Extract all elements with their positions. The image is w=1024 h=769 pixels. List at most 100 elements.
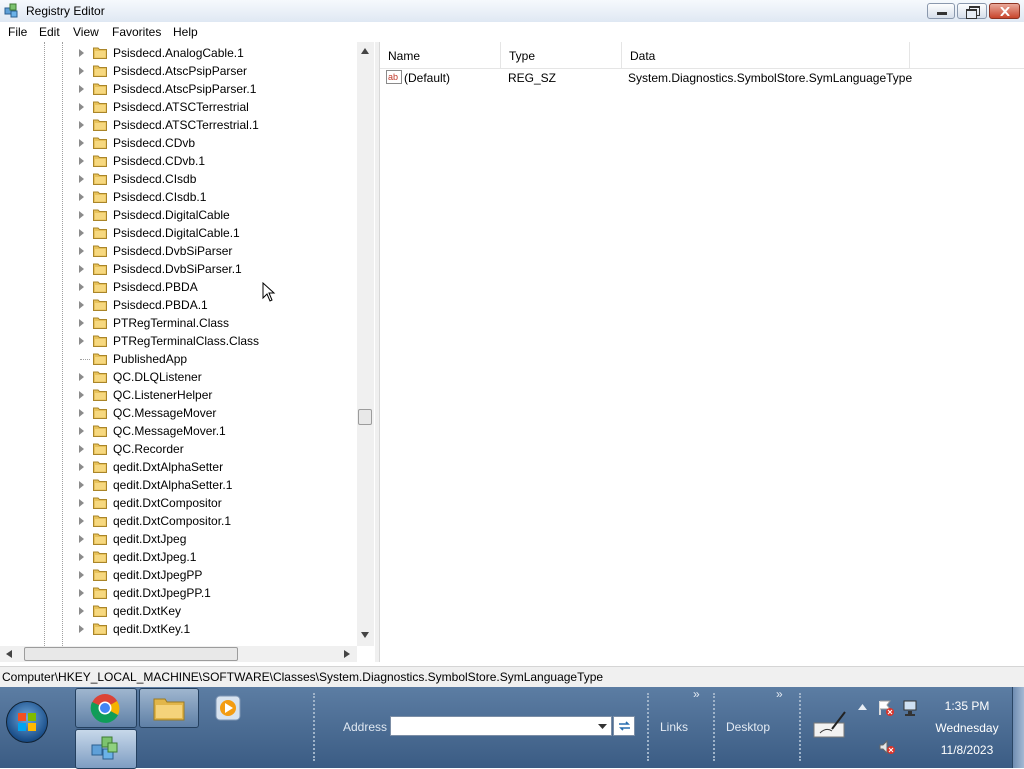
toolbar-grip[interactable]	[799, 693, 804, 761]
expand-arrow-icon[interactable]	[79, 301, 84, 309]
restore-button[interactable]	[957, 3, 987, 19]
tree-item[interactable]: Psisdecd.AtscPsipParser.1	[0, 80, 360, 98]
desktop-chevron-icon[interactable]: »	[776, 687, 783, 701]
values-list[interactable]: Name Type Data ab (Default) REG_SZ Syste…	[379, 42, 1024, 662]
tree-item[interactable]: qedit.DxtKey.1	[0, 620, 360, 638]
tree-item[interactable]: qedit.DxtKey	[0, 602, 360, 620]
tree-item[interactable]: qedit.DxtCompositor	[0, 494, 360, 512]
address-input[interactable]	[390, 716, 612, 736]
volume-muted-icon[interactable]	[878, 739, 896, 755]
tree-item[interactable]: Psisdecd.CDvb.1	[0, 152, 360, 170]
expand-arrow-icon[interactable]	[79, 517, 84, 525]
start-button[interactable]	[6, 701, 48, 743]
tree-item[interactable]: qedit.DxtCompositor.1	[0, 512, 360, 530]
expand-arrow-icon[interactable]	[79, 535, 84, 543]
expand-arrow-icon[interactable]	[79, 283, 84, 291]
action-center-icon[interactable]	[878, 699, 894, 717]
expand-arrow-icon[interactable]	[79, 85, 84, 93]
expand-arrow-icon[interactable]	[79, 49, 84, 57]
expand-arrow-icon[interactable]	[79, 391, 84, 399]
menu-view[interactable]: View	[73, 25, 99, 39]
tree-item[interactable]: Psisdecd.DvbSiParser.1	[0, 260, 360, 278]
tree-item[interactable]: Psisdecd.ATSCTerrestrial	[0, 98, 360, 116]
clock-date[interactable]: 11/8/2023	[932, 743, 1002, 757]
tree-horizontal-scroll-thumb[interactable]	[24, 647, 238, 661]
scroll-left-icon[interactable]	[6, 650, 12, 658]
menu-edit[interactable]: Edit	[39, 25, 60, 39]
tree-item[interactable]: qedit.DxtAlphaSetter	[0, 458, 360, 476]
close-button[interactable]	[989, 3, 1020, 19]
tree-item[interactable]: QC.DLQListener	[0, 368, 360, 386]
show-desktop-button[interactable]	[1012, 687, 1024, 768]
tree-item[interactable]: Psisdecd.AtscPsipParser	[0, 62, 360, 80]
expand-arrow-icon[interactable]	[79, 499, 84, 507]
tree-item[interactable]: QC.MessageMover.1	[0, 422, 360, 440]
expand-arrow-icon[interactable]	[79, 409, 84, 417]
expand-arrow-icon[interactable]	[79, 157, 84, 165]
tree-item[interactable]: qedit.DxtAlphaSetter.1	[0, 476, 360, 494]
tree-item[interactable]: Psisdecd.ATSCTerrestrial.1	[0, 116, 360, 134]
tree-horizontal-scrollbar[interactable]	[0, 646, 357, 662]
expand-arrow-icon[interactable]	[79, 571, 84, 579]
tree-item[interactable]: qedit.DxtJpeg.1	[0, 548, 360, 566]
menu-favorites[interactable]: Favorites	[112, 25, 161, 39]
expand-arrow-icon[interactable]	[79, 139, 84, 147]
expand-arrow-icon[interactable]	[79, 589, 84, 597]
key-tree[interactable]: Psisdecd.AnalogCable.1 Psisdecd.AtscPsipP…	[0, 42, 375, 662]
tree-item[interactable]: Psisdecd.CDvb	[0, 134, 360, 152]
column-header-name[interactable]: Name	[380, 42, 501, 68]
expand-arrow-icon[interactable]	[79, 373, 84, 381]
tree-vertical-scroll-thumb[interactable]	[358, 409, 372, 425]
column-header-data[interactable]: Data	[622, 42, 910, 68]
expand-arrow-icon[interactable]	[79, 625, 84, 633]
scroll-right-icon[interactable]	[344, 650, 350, 658]
tree-item[interactable]: qedit.DxtJpegPP.1	[0, 584, 360, 602]
tree-vertical-scrollbar[interactable]	[357, 42, 374, 646]
tree-item[interactable]: PTRegTerminal.Class	[0, 314, 360, 332]
toolbar-grip[interactable]	[313, 693, 318, 761]
tree-item[interactable]: PTRegTerminalClass.Class	[0, 332, 360, 350]
tree-item[interactable]: Psisdecd.CIsdb	[0, 170, 360, 188]
expand-arrow-icon[interactable]	[79, 337, 84, 345]
expand-arrow-icon[interactable]	[79, 175, 84, 183]
chevron-down-icon[interactable]	[598, 724, 607, 729]
expand-arrow-icon[interactable]	[79, 103, 84, 111]
expand-arrow-icon[interactable]	[79, 553, 84, 561]
links-chevron-icon[interactable]: »	[693, 687, 700, 701]
expand-arrow-icon[interactable]	[79, 67, 84, 75]
tree-item[interactable]: Psisdecd.DvbSiParser	[0, 242, 360, 260]
value-row[interactable]: ab (Default) REG_SZ System.Diagnostics.S…	[380, 68, 1024, 88]
links-toolbar-label[interactable]: Links	[660, 720, 688, 734]
toolbar-grip[interactable]	[713, 693, 718, 761]
address-go-button[interactable]	[613, 716, 635, 736]
show-hidden-icons-icon[interactable]	[858, 704, 867, 710]
toolbar-grip[interactable]	[647, 693, 652, 761]
tree-item[interactable]: Psisdecd.CIsdb.1	[0, 188, 360, 206]
tree-item[interactable]: Psisdecd.PBDA.1	[0, 296, 360, 314]
tree-item[interactable]: QC.ListenerHelper	[0, 386, 360, 404]
menu-help[interactable]: Help	[173, 25, 198, 39]
pen-input-button[interactable]	[812, 709, 848, 739]
menu-file[interactable]: File	[8, 25, 27, 39]
minimize-button[interactable]	[927, 3, 955, 19]
clock-time[interactable]: 1:35 PM	[932, 699, 1002, 713]
scroll-down-icon[interactable]	[361, 632, 369, 638]
taskbar-explorer-button[interactable]	[139, 688, 199, 728]
tree-item[interactable]: PublishedApp	[0, 350, 360, 368]
taskbar-media-player-button[interactable]	[213, 693, 243, 723]
expand-arrow-icon[interactable]	[79, 607, 84, 615]
network-icon[interactable]	[902, 699, 920, 717]
tree-item[interactable]: Psisdecd.DigitalCable.1	[0, 224, 360, 242]
expand-arrow-icon[interactable]	[79, 247, 84, 255]
scroll-up-icon[interactable]	[361, 48, 369, 54]
taskbar-chrome-button[interactable]	[75, 688, 137, 728]
clock-day[interactable]: Wednesday	[932, 721, 1002, 735]
expand-arrow-icon[interactable]	[79, 481, 84, 489]
expand-arrow-icon[interactable]	[79, 229, 84, 237]
expand-arrow-icon[interactable]	[79, 211, 84, 219]
tree-item[interactable]: Psisdecd.PBDA	[0, 278, 360, 296]
taskbar-regedit-button[interactable]	[75, 729, 137, 769]
expand-arrow-icon[interactable]	[79, 319, 84, 327]
expand-arrow-icon[interactable]	[79, 463, 84, 471]
tree-item[interactable]: Psisdecd.DigitalCable	[0, 206, 360, 224]
